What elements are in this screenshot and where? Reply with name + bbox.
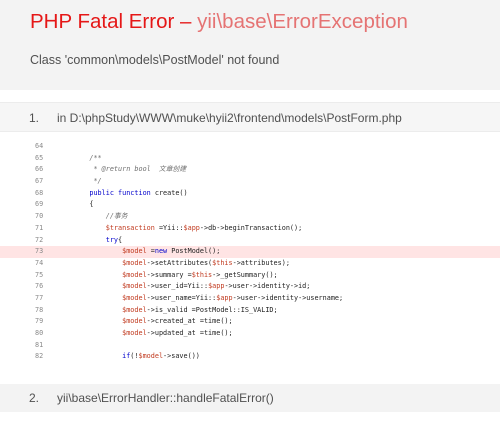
code-line: 71 $transaction =Yii::$app->db->beginTra…: [0, 223, 500, 235]
line-number: 75: [35, 270, 44, 279]
code-line: 64: [0, 141, 500, 153]
line-number: 69: [35, 200, 44, 209]
code-text: $model->summary =$this->_getSummary();: [122, 270, 278, 279]
code-line: 81: [0, 340, 500, 352]
line-number: 77: [35, 293, 44, 302]
error-type: PHP Fatal Error: [30, 10, 175, 33]
code-line: 82 if(!$model->save()): [0, 351, 500, 363]
call-stack-item-2[interactable]: 2. yii\base\ErrorHandler::handleFatalErro…: [0, 384, 500, 412]
line-number: 67: [35, 177, 44, 186]
line-number: 80: [35, 329, 44, 337]
code-text: $transaction =Yii::$app->db->beginTransa…: [105, 223, 303, 232]
line-number: 71: [35, 223, 44, 232]
line-number: 68: [35, 188, 44, 197]
code-text: $model->user_id=Yii::$app->user->identit…: [122, 282, 311, 291]
code-text: if(!$model->save()): [122, 352, 200, 361]
line-number: 82: [35, 352, 44, 361]
code-text: public function create(): [89, 188, 188, 197]
call-stack-number: 2.: [29, 391, 40, 405]
code-text: $model->user_name=Yii::$app->user->ident…: [122, 293, 344, 302]
error-title: PHP Fatal Error – yii\base\ErrorExceptio…: [30, 8, 408, 36]
code-text: {: [73, 200, 94, 209]
code-text: //事务: [73, 212, 128, 221]
error-header: PHP Fatal Error – yii\base\ErrorExceptio…: [0, 0, 500, 90]
code-text: $model->created_at =time();: [122, 317, 233, 326]
call-stack-item-1[interactable]: 1. in D:\phpStudy\WWW\muke\hyii2\frontend…: [0, 102, 500, 132]
code-line: 66 * @return bool 文章创建: [0, 164, 500, 176]
call-stack-number: 1.: [29, 111, 40, 125]
code-text: /**: [73, 153, 102, 162]
code-text: */: [73, 177, 102, 186]
code-text: $model->is_valid =PostModel::IS_VALID;: [122, 305, 278, 314]
line-number: 74: [35, 258, 44, 267]
title-separator: –: [174, 10, 198, 33]
line-number: 64: [35, 142, 44, 150]
line-number: 78: [35, 305, 44, 314]
code-line-error: 73 $model =new PostModel();: [0, 246, 500, 258]
code-text: $model =new PostModel();: [122, 247, 221, 256]
call-stack-file[interactable]: in D:\phpStudy\WWW\muke\hyii2\frontend\m…: [57, 111, 402, 125]
error-message: Class 'common\models\PostModel' not foun…: [30, 53, 280, 67]
code-line: 65 /**: [0, 153, 500, 165]
code-line: 74 $model->setAttributes($this->attribut…: [0, 258, 500, 270]
line-number: 72: [35, 235, 44, 244]
code-line: 78 $model->is_valid =PostModel::IS_VALID…: [0, 305, 500, 317]
code-text: * @return bool 文章创建: [73, 165, 187, 174]
exception-class: yii\base\ErrorException: [197, 10, 408, 33]
code-line: 69 {: [0, 199, 500, 211]
code-line: 67 */: [0, 176, 500, 188]
code-line: 76 $model->user_id=Yii::$app->user->iden…: [0, 281, 500, 293]
code-line: 77 $model->user_name=Yii::$app->user->id…: [0, 293, 500, 305]
line-number: 70: [35, 212, 44, 221]
code-line: 68 public function create(): [0, 188, 500, 200]
line-number: 66: [35, 165, 44, 174]
line-number: 65: [35, 153, 44, 162]
line-number: 81: [35, 340, 44, 349]
code-line: 79 $model->created_at =time();: [0, 316, 500, 328]
code-line: 80 $model->updated_at =time();: [0, 328, 500, 340]
code-line: 72 try{: [0, 235, 500, 247]
call-stack-function[interactable]: yii\base\ErrorHandler::handleFatalError(…: [57, 391, 274, 405]
line-number: 79: [35, 317, 44, 326]
line-number: 76: [35, 282, 44, 291]
code-line: 70 //事务: [0, 211, 500, 223]
code-text: try{: [105, 235, 123, 244]
code-line: 75 $model->summary =$this->_getSummary()…: [0, 270, 500, 282]
code-text: $model->updated_at =time();: [122, 329, 233, 337]
code-text: $model->setAttributes($this->attributes)…: [122, 258, 290, 267]
line-number: 73: [35, 247, 44, 256]
code-listing: 64 65 /** 66 * @return bool 文章创建 67 */68 pu…: [0, 141, 500, 363]
